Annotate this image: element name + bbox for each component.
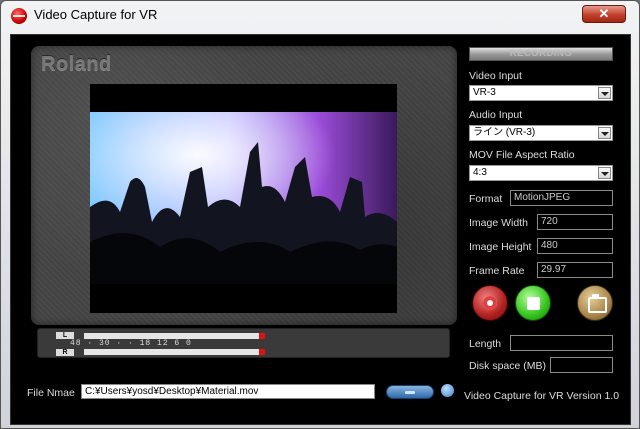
concert-preview-image bbox=[90, 112, 397, 284]
brand-logo: Roland bbox=[41, 53, 112, 75]
close-button[interactable]: ✕ bbox=[582, 5, 626, 23]
aspect-ratio-value: 4:3 bbox=[473, 167, 487, 178]
folder-icon[interactable] bbox=[441, 384, 454, 397]
file-name-field[interactable]: C:¥Users¥yosd¥Desktop¥Material.mov bbox=[81, 384, 375, 399]
preview-frame: Roland bbox=[31, 46, 457, 325]
length-label: Length bbox=[469, 338, 502, 350]
window-title: Video Capture for VR bbox=[34, 7, 158, 22]
audio-level-meter: L 48 · 30 · · 18 12 6 0 R bbox=[37, 328, 450, 358]
aspect-ratio-label: MOV File Aspect Ratio bbox=[469, 149, 575, 161]
meter-right-peak bbox=[259, 349, 265, 355]
video-preview bbox=[90, 84, 397, 313]
title-bar[interactable]: Video Capture for VR ✕ bbox=[1, 1, 639, 29]
audio-input-select[interactable]: ライン (VR-3) bbox=[469, 125, 613, 141]
meter-left-label: L bbox=[56, 332, 74, 339]
format-label: Format bbox=[469, 193, 503, 205]
meter-scale: 48 · 30 · · 18 12 6 0 bbox=[70, 339, 192, 348]
aspect-ratio-select[interactable]: 4:3 bbox=[469, 165, 613, 181]
chevron-down-icon[interactable] bbox=[598, 87, 611, 99]
chevron-down-icon[interactable] bbox=[598, 127, 611, 139]
image-height-label: Image Height bbox=[469, 241, 532, 253]
audio-input-value: ライン (VR-3) bbox=[473, 127, 536, 138]
record-button[interactable] bbox=[472, 285, 508, 321]
disk-space-field bbox=[550, 357, 613, 373]
app-logo-icon bbox=[11, 8, 27, 24]
chevron-down-icon[interactable] bbox=[598, 167, 611, 179]
length-field bbox=[510, 335, 613, 351]
video-input-label: Video Input bbox=[469, 70, 522, 82]
snapshot-button[interactable] bbox=[577, 285, 613, 321]
video-input-select[interactable]: VR-3 bbox=[469, 85, 613, 101]
audio-input-label: Audio Input bbox=[469, 109, 523, 121]
browse-button[interactable] bbox=[386, 385, 434, 399]
meter-right-bar bbox=[84, 349, 264, 355]
meter-right-label: R bbox=[56, 349, 74, 356]
image-width-field: 720 bbox=[537, 214, 613, 230]
frame-rate-field: 29.97 bbox=[537, 262, 613, 278]
format-field: MotionJPEG bbox=[510, 190, 613, 206]
stop-button[interactable] bbox=[515, 285, 551, 321]
frame-rate-label: Frame Rate bbox=[469, 265, 525, 277]
file-name-label: File Nmae bbox=[27, 387, 75, 399]
version-text: Video Capture for VR Version 1.0 bbox=[464, 390, 620, 402]
video-input-value: VR-3 bbox=[473, 87, 496, 98]
recording-status-banner: RECORDING bbox=[469, 47, 613, 61]
disk-space-label: Disk space (MB) bbox=[469, 360, 547, 372]
app-window: Video Capture for VR ✕ Roland L 48 · 30 … bbox=[0, 0, 640, 429]
main-panel: Roland L 48 · 30 · · 18 12 6 0 R File Nm… bbox=[10, 34, 631, 425]
image-width-label: Image Width bbox=[469, 217, 528, 229]
meter-left-peak bbox=[259, 333, 265, 339]
image-height-field: 480 bbox=[537, 238, 613, 254]
